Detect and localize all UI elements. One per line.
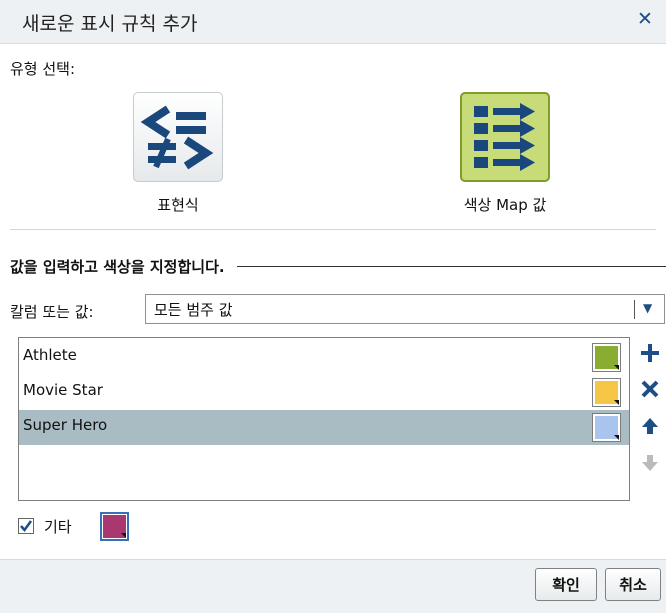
divider [10,229,656,230]
dialog-title: 새로운 표시 규칙 추가 [22,13,198,35]
list-item-selected[interactable]: Super Hero [19,410,629,445]
values-section-heading: 값을 입력하고 색상을 지정합니다. [10,256,666,276]
list-item-label: Athlete [23,346,77,364]
other-color-swatch-button[interactable] [100,512,129,541]
color-swatch-button[interactable] [592,378,621,407]
column-value-selected: 모든 범주 값 [154,301,233,319]
column-value-select[interactable]: 모든 범주 값 ▼ [145,294,665,324]
color-map-icon [474,103,535,171]
list-item-label: Movie Star [23,381,103,399]
cancel-button[interactable]: 취소 [605,568,661,601]
other-label: 기타 [44,518,72,536]
add-icon[interactable] [638,341,662,365]
dropdown-corner-icon [614,435,619,440]
expression-icon [140,105,214,170]
color-map-option[interactable]: 색상 Map 값 [455,92,555,215]
list-item[interactable]: Movie Star [19,375,629,410]
dropdown-corner-icon [614,365,619,370]
expression-option[interactable]: 표현식 [128,92,228,215]
list-item[interactable]: Athlete [19,340,629,375]
dialog-titlebar: 새로운 표시 규칙 추가 ✕ [0,0,666,44]
values-heading-text: 값을 입력하고 색상을 지정합니다. [10,257,225,276]
column-value-label: 칼럼 또는 값: [10,303,94,321]
select-separator [634,300,635,319]
dropdown-corner-icon [121,533,126,538]
color-map-caption: 색상 Map 값 [463,196,547,214]
expression-tile[interactable] [133,92,223,182]
expression-caption: 표현식 [157,196,199,214]
chevron-down-icon[interactable]: ▼ [643,301,652,315]
value-color-list[interactable]: Athlete Movie Star Super Hero [18,337,630,501]
close-icon[interactable]: ✕ [637,8,653,30]
other-row: 기타 [18,512,218,541]
move-down-icon[interactable] [638,451,662,475]
dialog-footer: 확인 취소 [0,559,666,613]
delete-icon[interactable] [638,377,662,401]
color-map-tile[interactable] [460,92,550,182]
ok-button[interactable]: 확인 [535,568,597,601]
dropdown-corner-icon [614,400,619,405]
checkmark-icon [20,520,33,533]
other-checkbox[interactable] [18,518,34,534]
color-swatch-button[interactable] [592,413,621,442]
list-item-label: Super Hero [23,416,108,434]
type-select-label: 유형 선택: [10,60,76,78]
move-up-icon[interactable] [638,414,662,438]
heading-rule [236,265,666,267]
color-swatch-button[interactable] [592,343,621,372]
